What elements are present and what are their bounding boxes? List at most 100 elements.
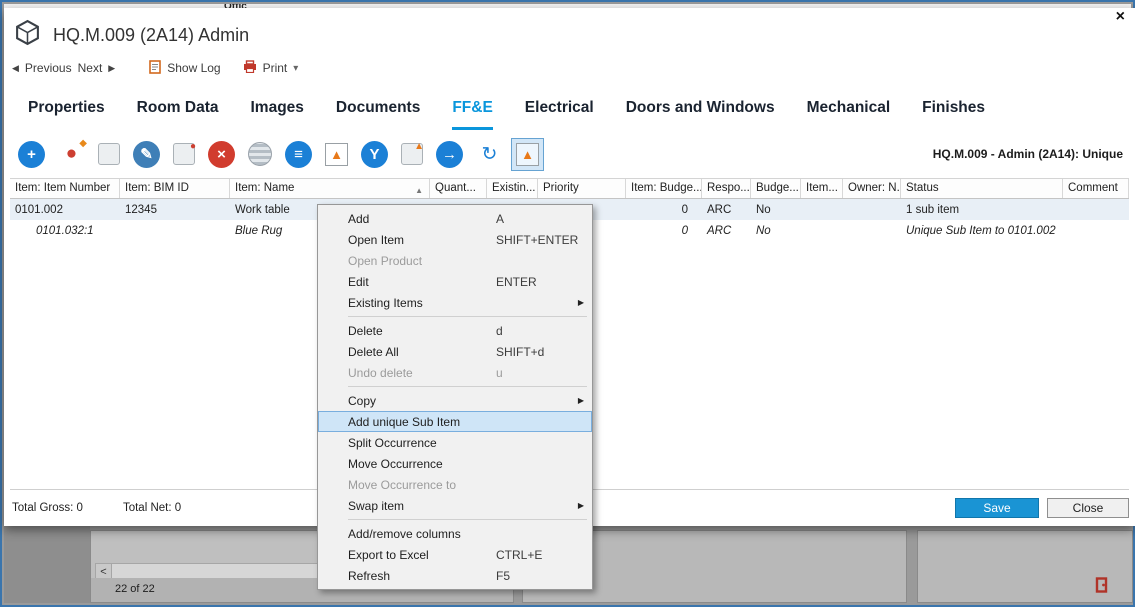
menu-item-add-remove-columns[interactable]: Add/remove columns xyxy=(318,523,592,544)
menu-item-refresh[interactable]: RefreshF5 xyxy=(318,565,592,586)
menu-item-shortcut: SHIFT+ENTER xyxy=(496,233,578,247)
tab-doors-and-windows[interactable]: Doors and Windows xyxy=(626,99,775,130)
column-header-label: Respo... xyxy=(707,182,750,198)
tab-documents[interactable]: Documents xyxy=(336,99,420,130)
print-button[interactable]: Print xyxy=(263,61,288,75)
cell-item-item-number: 0101.002 xyxy=(10,204,120,216)
dialog-title: HQ.M.009 (2A14) Admin xyxy=(53,25,249,46)
edit-icon[interactable]: ✎ xyxy=(133,141,160,168)
menu-item-label: Add unique Sub Item xyxy=(348,415,496,429)
menu-item-shortcut: F5 xyxy=(496,569,510,583)
menu-separator xyxy=(348,519,587,520)
move-icon[interactable]: → xyxy=(436,141,463,168)
column-header-priority[interactable]: Priority xyxy=(538,179,626,198)
context-label: HQ.M.009 - Admin (2A14): Unique xyxy=(933,147,1135,161)
column-header-label: Status xyxy=(906,182,939,198)
show-log-button[interactable]: Show Log xyxy=(167,61,220,75)
close-button[interactable]: Close xyxy=(1047,498,1129,518)
menu-item-label: Existing Items xyxy=(348,296,496,310)
menu-item-split-occurrence[interactable]: Split Occurrence xyxy=(318,432,592,453)
menu-item-label: Undo delete xyxy=(348,366,496,380)
menu-item-shortcut: d xyxy=(496,324,503,338)
menu-item-existing-items[interactable]: Existing Items▶ xyxy=(318,292,592,313)
close-icon[interactable]: × xyxy=(1116,8,1125,26)
menu-item-edit[interactable]: EditENTER xyxy=(318,271,592,292)
split-icon[interactable]: Y xyxy=(361,141,388,168)
tab-mechanical[interactable]: Mechanical xyxy=(807,99,891,130)
tab-finishes[interactable]: Finishes xyxy=(922,99,985,130)
list-icon[interactable]: ≡ xyxy=(285,141,312,168)
previous-button[interactable]: Previous xyxy=(25,61,72,75)
save-button[interactable]: Save xyxy=(955,498,1039,518)
tab-ff-e[interactable]: FF&E xyxy=(452,99,492,130)
column-header-status[interactable]: Status xyxy=(901,179,1063,198)
menu-item-delete[interactable]: Deleted xyxy=(318,320,592,341)
column-header-respo[interactable]: Respo... xyxy=(702,179,751,198)
menu-item-label: Move Occurrence to xyxy=(348,478,496,492)
add-icon[interactable]: + xyxy=(18,141,45,168)
menu-item-open-item[interactable]: Open ItemSHIFT+ENTER xyxy=(318,229,592,250)
total-gross: Total Gross: 0 xyxy=(12,502,83,514)
submenu-arrow-icon: ▶ xyxy=(578,396,584,405)
column-header-item-bim-id[interactable]: Item: BIM ID xyxy=(120,179,230,198)
column-header-item[interactable]: Item... xyxy=(801,179,843,198)
menu-item-label: Copy xyxy=(348,394,496,408)
product-box-icon[interactable]: ▲ xyxy=(325,143,348,166)
column-header-label: Owner: N... xyxy=(848,182,901,198)
tab-properties[interactable]: Properties xyxy=(28,99,105,130)
menu-item-label: Split Occurrence xyxy=(348,436,496,450)
door-icon xyxy=(1095,577,1108,598)
menu-item-delete-all[interactable]: Delete AllSHIFT+d xyxy=(318,341,592,362)
menu-item-label: Swap item xyxy=(348,499,496,513)
column-header-item-budge[interactable]: Item: Budge... xyxy=(626,179,702,198)
ffe-toolbar: + ●◆ ✎ ● × ≡ ▲ Y ▲ → ↻ ▲ HQ.M.009 - Admin (2A14): U… xyxy=(4,130,1135,178)
tab-images[interactable]: Images xyxy=(251,99,304,130)
menu-item-add-unique-sub-item[interactable]: Add unique Sub Item xyxy=(318,411,592,432)
copy-product-icon[interactable]: ● xyxy=(173,143,195,165)
column-header-label: Comment xyxy=(1068,182,1118,198)
menu-item-swap-item[interactable]: Swap item▶ xyxy=(318,495,592,516)
sphere-icon[interactable] xyxy=(248,142,272,166)
cone-icon[interactable]: ▲ xyxy=(516,143,539,166)
cell-status: Unique Sub Item to 0101.002 xyxy=(901,225,1063,237)
column-header-label: Quant... xyxy=(435,182,476,198)
column-header-item-name[interactable]: Item: Name▲ xyxy=(230,179,430,198)
column-header-owner-n[interactable]: Owner: N... xyxy=(843,179,901,198)
cell-item-budge: 0 xyxy=(626,204,702,216)
column-header-item-item-number[interactable]: Item: Item Number xyxy=(10,179,120,198)
menu-item-label: Export to Excel xyxy=(348,548,496,562)
column-header-quant[interactable]: Quant... xyxy=(430,179,487,198)
menu-item-add[interactable]: AddA xyxy=(318,208,592,229)
refresh-icon[interactable]: ↻ xyxy=(476,141,503,168)
next-arrow-icon[interactable]: ▶ xyxy=(108,63,115,74)
menu-item-label: Open Product xyxy=(348,254,496,268)
menu-item-move-occurrence[interactable]: Move Occurrence xyxy=(318,453,592,474)
next-button[interactable]: Next xyxy=(78,61,103,75)
column-header-comment[interactable]: Comment xyxy=(1063,179,1129,198)
table-header-row: Item: Item Number Item: BIM ID Item: Name▲… xyxy=(10,179,1129,199)
menu-item-move-occurrence-to: Move Occurrence to xyxy=(318,474,592,495)
box-items-icon-accent: ▲ xyxy=(414,141,424,152)
menu-separator xyxy=(348,386,587,387)
tab-bar: Properties Room Data Images Documents FF&E El… xyxy=(4,82,1135,130)
column-header-existin[interactable]: Existin... xyxy=(487,179,538,198)
column-header-budge[interactable]: Budge... xyxy=(751,179,801,198)
cell-budge: No xyxy=(751,225,801,237)
delete-icon[interactable]: × xyxy=(208,141,235,168)
tab-room-data[interactable]: Room Data xyxy=(137,99,219,130)
package-icon[interactable] xyxy=(98,143,120,165)
print-caret-icon[interactable]: ▾ xyxy=(293,63,298,74)
box-items-icon[interactable]: ▲ xyxy=(401,143,423,165)
previous-arrow-icon[interactable]: ◀ xyxy=(12,63,19,74)
column-header-label: Item: BIM ID xyxy=(125,182,189,198)
menu-item-copy[interactable]: Copy ▶ xyxy=(318,390,592,411)
copy-product-icon-accent: ● xyxy=(190,141,196,152)
tab-electrical[interactable]: Electrical xyxy=(525,99,594,130)
menu-item-label: Edit xyxy=(348,275,496,289)
menu-item-shortcut: ENTER xyxy=(496,275,537,289)
menu-item-label: Move Occurrence xyxy=(348,457,496,471)
items-icon[interactable]: ●◆ xyxy=(58,141,85,168)
menu-item-open-product: Open Product xyxy=(318,250,592,271)
menu-item-export-to-excel[interactable]: Export to ExcelCTRL+E xyxy=(318,544,592,565)
cell-status: 1 sub item xyxy=(901,204,1063,216)
